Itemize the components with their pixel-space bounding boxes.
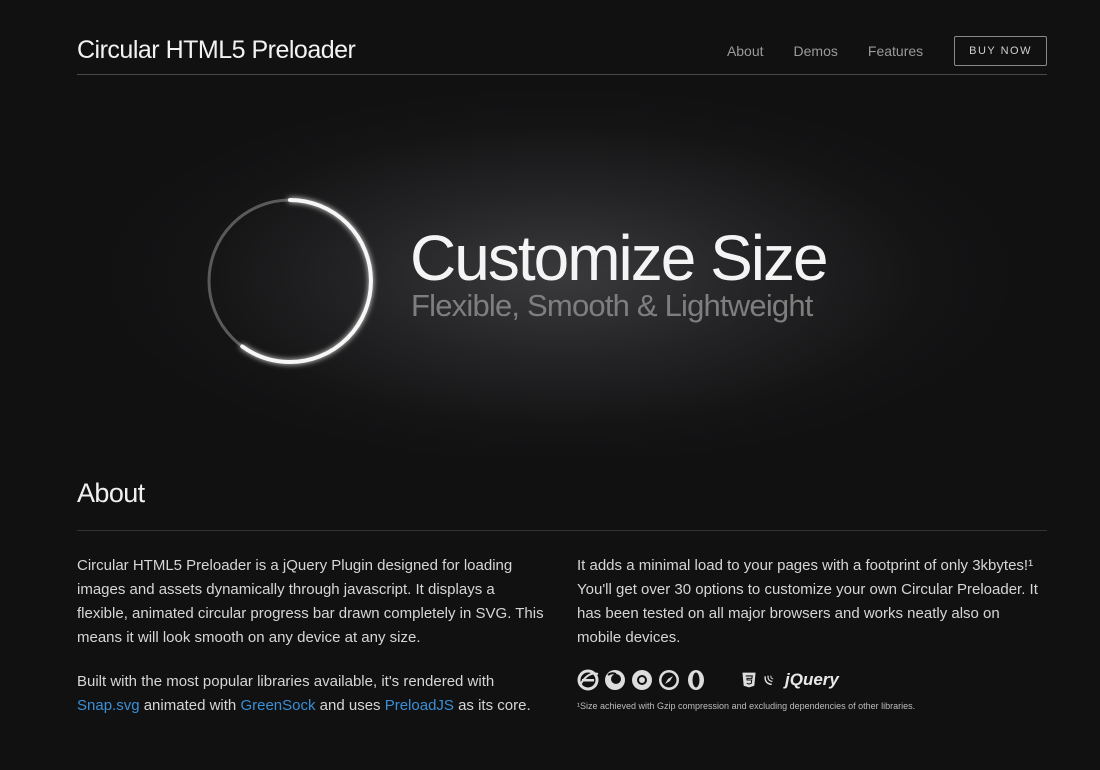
opera-icon — [688, 670, 704, 690]
html5-icon — [742, 672, 756, 688]
safari-icon — [659, 670, 679, 690]
about-paragraph-2: Built with the most popular libraries av… — [77, 670, 547, 718]
buy-now-button[interactable]: BUY NOW — [954, 36, 1047, 66]
size-footnote: ¹Size achieved with Gzip compression and… — [577, 701, 916, 711]
hero-section: Customize Size Flexible, Smooth & Lightw… — [0, 76, 1100, 456]
jquery-icon — [764, 675, 774, 686]
firefox-icon — [605, 670, 625, 690]
site-title[interactable]: Circular HTML5 Preloader — [77, 36, 356, 65]
nav-about[interactable]: About — [727, 36, 764, 66]
nav-demos[interactable]: Demos — [794, 36, 838, 66]
about-section: About Circular HTML5 Preloader is a jQue… — [77, 478, 1047, 714]
greensock-link[interactable]: GreenSock — [240, 697, 315, 714]
nav-features[interactable]: Features — [868, 36, 923, 66]
jquery-wordmark: jQuery — [785, 670, 839, 689]
about-paragraph-1: Circular HTML5 Preloader is a jQuery Plu… — [77, 557, 544, 646]
paragraph-text: animated with — [139, 697, 241, 714]
circular-preloader — [207, 198, 373, 364]
snapsvg-link[interactable]: Snap.svg — [77, 697, 140, 714]
main-nav: About Demos Features BUY NOW — [727, 36, 1047, 66]
browser-icons: jQuery — [577, 664, 1047, 696]
paragraph-text: as its core. — [453, 697, 531, 714]
paragraph-text: Built with the most popular libraries av… — [77, 673, 495, 690]
hero-subtitle: Flexible, Smooth & Lightweight — [411, 288, 813, 323]
chrome-icon — [632, 670, 652, 690]
preloadjs-link[interactable]: PreloadJS — [385, 697, 454, 714]
site-header: Circular HTML5 Preloader About Demos Fea… — [77, 0, 1047, 75]
hero-title: Customize Size — [410, 222, 829, 294]
about-right-column: It adds a minimal load to your pages wit… — [577, 554, 1047, 712]
ie-icon — [577, 669, 599, 691]
about-heading: About — [77, 478, 1047, 531]
about-left-column: Circular HTML5 Preloader is a jQuery Plu… — [77, 554, 547, 738]
about-paragraph-3: It adds a minimal load to your pages wit… — [577, 557, 1038, 646]
paragraph-text: and uses — [315, 697, 385, 714]
